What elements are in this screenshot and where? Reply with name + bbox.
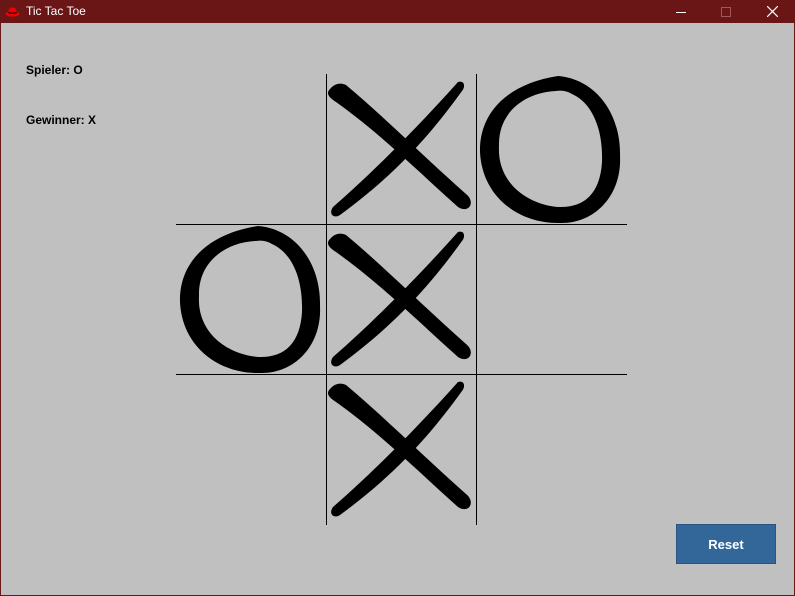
board-cell-1-2[interactable] [476, 224, 626, 374]
board-cell-0-2[interactable] [476, 74, 626, 224]
game-area: Spieler: O Gewinner: X Reset [1, 23, 795, 596]
close-icon [766, 6, 778, 17]
board-cell-0-0[interactable] [176, 74, 326, 224]
red-hat-icon [5, 7, 20, 17]
x-mark [328, 381, 471, 517]
close-button[interactable] [749, 0, 795, 23]
minimize-icon [676, 11, 686, 13]
board-cell-0-1[interactable] [326, 74, 476, 224]
o-mark [179, 226, 321, 374]
reset-button[interactable]: Reset [676, 524, 776, 564]
minimize-button[interactable] [658, 0, 704, 23]
x-mark [328, 81, 471, 217]
game-board [176, 74, 627, 525]
window-title: Tic Tac Toe [26, 4, 86, 18]
o-mark [479, 76, 621, 224]
board-cell-2-0[interactable] [176, 374, 326, 524]
title-bar[interactable]: Tic Tac Toe [1, 0, 795, 23]
board-cell-2-1[interactable] [326, 374, 476, 524]
maximize-button[interactable] [703, 0, 749, 23]
x-mark [328, 231, 471, 367]
board-cell-1-0[interactable] [176, 224, 326, 374]
maximize-icon [721, 6, 731, 17]
app-window: Tic Tac Toe Spieler: O Gewinner: X Reset [0, 0, 795, 596]
current-player-label: Spieler: O [26, 63, 83, 77]
board-cell-1-1[interactable] [326, 224, 476, 374]
winner-label: Gewinner: X [26, 113, 97, 127]
board-cell-2-2[interactable] [476, 374, 626, 524]
